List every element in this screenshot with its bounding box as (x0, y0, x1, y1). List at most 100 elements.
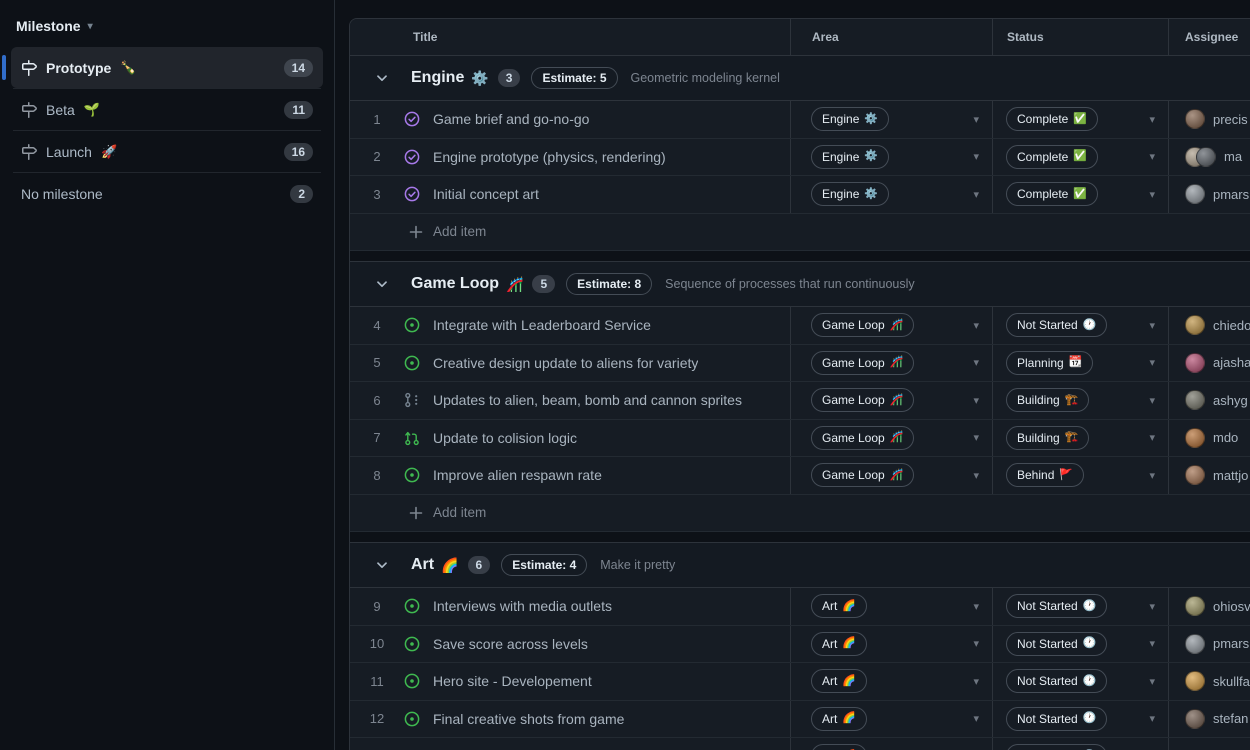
chevron-down-icon[interactable]: ▾ (1149, 469, 1155, 482)
chevron-down-icon[interactable]: ▾ (973, 675, 979, 688)
chevron-down-icon[interactable]: ▾ (1149, 188, 1155, 201)
item-title-link[interactable]: Initial concept art (433, 186, 539, 202)
item-title-link[interactable]: Hero site - Developement (433, 673, 592, 689)
item-title-link[interactable]: Updates to alien, beam, bomb and cannon … (433, 392, 742, 408)
status-pill[interactable]: Not Started 🕐 (1006, 669, 1107, 693)
chevron-down-icon[interactable]: ▾ (973, 188, 979, 201)
area-cell[interactable]: Art 🌈 ▾ (790, 626, 992, 663)
status-pill[interactable]: Building 🏗️ (1006, 388, 1089, 412)
status-pill[interactable]: Not Started 🕐 (1006, 632, 1107, 656)
area-pill[interactable]: Game Loop 🎢 (811, 463, 914, 487)
status-cell[interactable]: Not Started 🕐 ▾ (992, 626, 1168, 663)
item-title-link[interactable]: Game brief and go-no-go (433, 111, 589, 127)
chevron-down-icon[interactable]: ▾ (973, 431, 979, 444)
chevron-down-icon[interactable]: ▾ (973, 356, 979, 369)
chevron-down-icon[interactable]: ▾ (1149, 637, 1155, 650)
status-pill[interactable]: Complete ✅ (1006, 145, 1098, 169)
sidebar-milestone-item[interactable]: Prototype 🍾 14 (11, 47, 323, 88)
status-cell[interactable]: Not Started 🕐 ▾ (992, 701, 1168, 738)
chevron-down-icon[interactable] (374, 276, 390, 292)
area-cell[interactable]: Art 🌈 ▾ (790, 701, 992, 738)
area-pill[interactable]: Engine ⚙️ (811, 145, 889, 169)
chevron-down-icon[interactable]: ▾ (973, 469, 979, 482)
area-pill[interactable]: Art 🌈 (811, 744, 867, 750)
status-pill[interactable]: Building 🏗️ (1006, 426, 1089, 450)
area-cell[interactable]: Game Loop 🎢 ▾ (790, 345, 992, 382)
area-cell[interactable]: Game Loop 🎢 ▾ (790, 457, 992, 494)
chevron-down-icon[interactable]: ▾ (973, 150, 979, 163)
chevron-down-icon[interactable]: ▾ (1149, 394, 1155, 407)
area-pill[interactable]: Game Loop 🎢 (811, 313, 914, 337)
chevron-down-icon[interactable]: ▾ (973, 637, 979, 650)
area-cell[interactable]: Game Loop 🎢 ▾ (790, 382, 992, 419)
chevron-down-icon[interactable]: ▾ (1149, 113, 1155, 126)
column-header-assignee[interactable]: Assignee (1168, 19, 1250, 55)
chevron-down-icon[interactable]: ▾ (1149, 319, 1155, 332)
assignee-cell[interactable]: pmars (1168, 626, 1250, 663)
area-cell[interactable]: Art 🌈 ▾ (790, 738, 992, 750)
status-cell[interactable]: Complete ✅ ▾ (992, 101, 1168, 138)
chevron-down-icon[interactable]: ▾ (1149, 675, 1155, 688)
area-cell[interactable]: Engine ⚙️ ▾ (790, 101, 992, 138)
area-pill[interactable]: Game Loop 🎢 (811, 388, 914, 412)
column-header-title[interactable]: Title (350, 19, 790, 55)
area-pill[interactable]: Art 🌈 (811, 594, 867, 618)
status-cell[interactable]: Planning 📆 ▾ (992, 345, 1168, 382)
chevron-down-icon[interactable]: ▾ (973, 712, 979, 725)
area-pill[interactable]: Art 🌈 (811, 669, 867, 693)
assignee-cell[interactable]: precis (1168, 101, 1250, 138)
assignee-cell[interactable]: mdo (1168, 420, 1250, 457)
status-pill[interactable]: Not Started 🕐 (1006, 594, 1107, 618)
area-pill[interactable]: Art 🌈 (811, 632, 867, 656)
status-cell[interactable]: Not Started 🕐 ▾ (992, 663, 1168, 700)
status-cell[interactable]: Complete ✅ ▾ (992, 176, 1168, 213)
area-cell[interactable]: Engine ⚙️ ▾ (790, 176, 992, 213)
item-title-link[interactable]: Save score across levels (433, 636, 588, 652)
status-cell[interactable]: Not Started 🕐 ▾ (992, 738, 1168, 750)
area-pill[interactable]: Game Loop 🎢 (811, 426, 914, 450)
sidebar-milestone-item[interactable]: Launch 🚀 16 (11, 131, 323, 172)
status-cell[interactable]: Not Started 🕐 ▾ (992, 588, 1168, 625)
assignee-cell[interactable]: chiedo (1168, 307, 1250, 344)
area-cell[interactable]: Engine ⚙️ ▾ (790, 139, 992, 176)
area-pill[interactable]: Engine ⚙️ (811, 182, 889, 206)
status-cell[interactable]: Behind 🚩 ▾ (992, 457, 1168, 494)
assignee-cell[interactable]: skullfa (1168, 663, 1250, 700)
status-cell[interactable]: Building 🏗️ ▾ (992, 382, 1168, 419)
status-pill[interactable]: Not Started 🕐 (1006, 744, 1107, 750)
sidebar-milestone-item[interactable]: Beta 🌱 11 (11, 89, 323, 130)
chevron-down-icon[interactable]: ▾ (1149, 431, 1155, 444)
area-cell[interactable]: Game Loop 🎢 ▾ (790, 307, 992, 344)
item-title-link[interactable]: Creative design update to aliens for var… (433, 355, 698, 371)
status-pill[interactable]: Behind 🚩 (1006, 463, 1084, 487)
status-pill[interactable]: Complete ✅ (1006, 182, 1098, 206)
item-title-link[interactable]: Update to colision logic (433, 430, 577, 446)
area-pill[interactable]: Game Loop 🎢 (811, 351, 914, 375)
status-cell[interactable]: Complete ✅ ▾ (992, 139, 1168, 176)
chevron-down-icon[interactable]: ▾ (973, 394, 979, 407)
column-header-area[interactable]: Area (790, 19, 992, 55)
status-cell[interactable]: Not Started 🕐 ▾ (992, 307, 1168, 344)
assignee-cell[interactable] (1168, 738, 1250, 750)
area-pill[interactable]: Engine ⚙️ (811, 107, 889, 131)
item-title-link[interactable]: Engine prototype (physics, rendering) (433, 149, 666, 165)
chevron-down-icon[interactable] (374, 70, 390, 86)
assignee-cell[interactable]: pmars (1168, 176, 1250, 213)
assignee-cell[interactable]: ashyg (1168, 382, 1250, 419)
status-pill[interactable]: Planning 📆 (1006, 351, 1093, 375)
area-cell[interactable]: Game Loop 🎢 ▾ (790, 420, 992, 457)
item-title-link[interactable]: Improve alien respawn rate (433, 467, 602, 483)
area-cell[interactable]: Art 🌈 ▾ (790, 663, 992, 700)
column-header-status[interactable]: Status (992, 19, 1168, 55)
item-title-link[interactable]: Integrate with Leaderboard Service (433, 317, 651, 333)
assignee-cell[interactable]: ajasha (1168, 345, 1250, 382)
milestone-filter-dropdown[interactable]: Milestone ▾ (16, 18, 93, 34)
item-title-link[interactable]: Interviews with media outlets (433, 598, 612, 614)
chevron-down-icon[interactable]: ▾ (973, 319, 979, 332)
sidebar-milestone-item[interactable]: No milestone 2 (11, 173, 323, 214)
assignee-cell[interactable]: ma (1168, 139, 1250, 176)
status-pill[interactable]: Not Started 🕐 (1006, 707, 1107, 731)
assignee-cell[interactable]: mattjo (1168, 457, 1250, 494)
add-item-button[interactable]: Add item (350, 495, 1250, 533)
chevron-down-icon[interactable]: ▾ (1149, 600, 1155, 613)
